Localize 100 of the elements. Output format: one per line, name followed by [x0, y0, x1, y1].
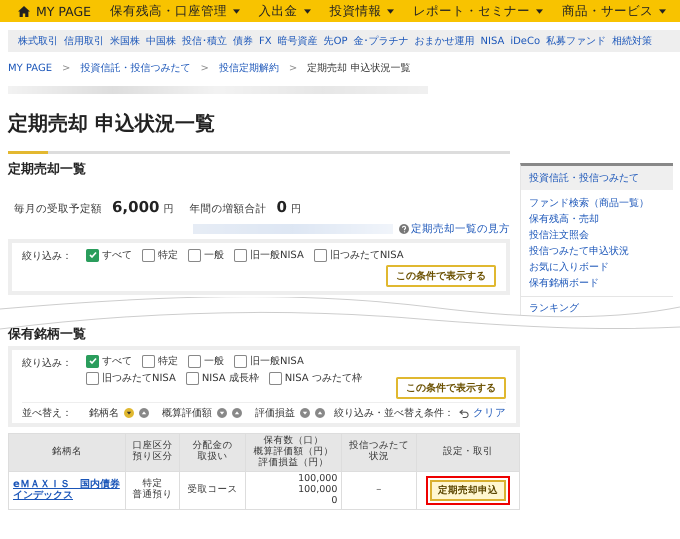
checkbox[interactable]: [142, 354, 155, 368]
sub-nav-link[interactable]: 債券: [233, 34, 253, 48]
filter-checkbox[interactable]: NISA つみたて枠: [268, 371, 362, 385]
nav-menu[interactable]: 投資情報: [329, 2, 394, 20]
currency-unit: 円: [290, 203, 301, 216]
filter-checkbox[interactable]: 特定: [142, 247, 178, 263]
home-icon: [18, 6, 30, 16]
sub-nav-link[interactable]: iDeCo: [510, 36, 540, 46]
sort-ascending-icon[interactable]: [232, 408, 242, 418]
sidebar-link[interactable]: 保有残高・売却: [529, 212, 665, 226]
summary-value: 6,000: [112, 198, 160, 216]
filter-checkbox[interactable]: すべて: [86, 354, 132, 368]
sub-nav-link[interactable]: 株式取引: [18, 34, 58, 48]
sub-nav-link[interactable]: 暗号資産: [278, 34, 318, 48]
caret-icon: [658, 8, 666, 14]
check-icon: [88, 356, 98, 366]
sidebar-link[interactable]: ファンド検索（商品一覧）: [529, 196, 665, 210]
undo-icon: [459, 408, 470, 418]
checkbox[interactable]: [268, 372, 282, 384]
checkbox[interactable]: [86, 354, 99, 368]
checkbox[interactable]: [142, 248, 155, 262]
filter-checkbox[interactable]: すべて: [86, 247, 132, 263]
column-header: 設定・取引: [416, 434, 520, 472]
sort-key-label: 銘柄名: [89, 406, 119, 420]
page-title: 定期売却 申込状況一覧: [8, 110, 216, 137]
caret-icon: [304, 8, 311, 14]
sort-ascending-icon[interactable]: [139, 408, 149, 418]
check-icon: [88, 250, 98, 260]
checkbox[interactable]: [314, 248, 327, 262]
nav-menu[interactable]: レポート・セミナー: [413, 2, 544, 20]
table-cell: 特定 普通預り: [126, 471, 180, 510]
apply-filter-button[interactable]: この条件で表示する: [386, 265, 496, 287]
help-icon: [399, 224, 409, 234]
filter-checkbox[interactable]: 旧つみたてNISA: [86, 371, 176, 385]
sidebar-link[interactable]: 保有銘柄ボード: [529, 276, 665, 290]
checkbox[interactable]: [188, 354, 201, 368]
table-cell: 受取コース: [180, 471, 246, 510]
caret-icon: [536, 8, 544, 14]
conditions-label: 絞り込み・並べ替え条件：: [334, 406, 454, 420]
sub-nav-link[interactable]: 米国株: [110, 34, 140, 48]
breadcrumb-link[interactable]: 投資信託・投信つみたて: [80, 61, 190, 75]
summary-label: 年間の増額合計: [189, 202, 266, 216]
column-header: 投信つみたて 状況: [342, 434, 416, 472]
nav-menu[interactable]: 保有残高・口座管理: [110, 2, 240, 20]
column-header: 口座区分 預り区分: [126, 434, 180, 472]
section-heading: 定期売却一覧: [8, 160, 87, 178]
sub-nav-link[interactable]: 投信･積立: [182, 34, 227, 48]
checkbox[interactable]: [86, 248, 99, 262]
filter-checkbox[interactable]: 特定: [142, 354, 178, 368]
apply-filter-button[interactable]: この条件で表示する: [396, 377, 506, 399]
sort-key-label: 評価損益: [255, 406, 295, 420]
sub-nav-link[interactable]: NISA: [480, 36, 504, 46]
filter-checkbox[interactable]: 一般: [188, 247, 224, 263]
sub-nav-link[interactable]: おまかせ運用: [414, 34, 475, 48]
checkbox[interactable]: [86, 372, 99, 384]
filter-checkbox[interactable]: 旧一般NISA: [234, 247, 304, 263]
sub-nav-link[interactable]: 相続対策: [612, 34, 652, 48]
filter-checkbox[interactable]: NISA 成長枠: [186, 371, 259, 385]
sub-nav-link[interactable]: 先OP: [324, 34, 348, 48]
filter-checkbox[interactable]: 一般: [188, 354, 224, 368]
sidebar-link[interactable]: 投信つみたて申込状況: [529, 244, 665, 258]
section-heading: 保有銘柄一覧: [8, 326, 87, 343]
currency-unit: 円: [163, 203, 174, 216]
sidebar-link[interactable]: ランキング: [521, 297, 673, 319]
sub-nav-link[interactable]: FX: [259, 36, 272, 46]
sub-nav-link[interactable]: 私募ファンド: [546, 34, 606, 48]
caret-icon: [387, 8, 394, 14]
sort-label: 並べ替え：: [22, 406, 72, 420]
help-link[interactable]: 定期売却一覧の見方: [399, 222, 510, 236]
sidebar-link[interactable]: お気に入りボード: [529, 260, 665, 274]
filter-checkbox[interactable]: 旧一般NISA: [234, 354, 304, 368]
sort-descending-icon[interactable]: [124, 408, 134, 418]
clear-link[interactable]: クリア: [459, 406, 506, 420]
filter-label: 絞り込み：: [22, 250, 73, 263]
filter-label: 絞り込み：: [22, 356, 73, 371]
column-header: 銘柄名: [8, 434, 126, 472]
sub-nav-link[interactable]: 信用取引: [64, 34, 104, 48]
sub-nav-link[interactable]: 金･プラチナ: [354, 34, 409, 48]
breadcrumb-separator: >: [62, 62, 70, 74]
checkbox[interactable]: [234, 248, 247, 262]
nav-link[interactable]: MY PAGE: [18, 4, 92, 18]
filter-checkbox[interactable]: 旧つみたてNISA: [314, 247, 404, 263]
breadcrumb-link[interactable]: MY PAGE: [8, 62, 52, 74]
column-header: 分配金の 取扱い: [180, 434, 246, 472]
caret-icon: [232, 8, 240, 14]
breadcrumb-link[interactable]: 投信定期解約: [218, 61, 279, 75]
sidebar-link[interactable]: 投信注文照会: [529, 228, 665, 242]
sale-request-button[interactable]: 定期売却申込: [430, 480, 506, 501]
checkbox[interactable]: [234, 354, 247, 368]
checkbox[interactable]: [188, 248, 201, 262]
sort-ascending-icon[interactable]: [315, 408, 325, 418]
checkbox[interactable]: [186, 372, 199, 384]
nav-menu[interactable]: 入出金: [258, 2, 311, 20]
sub-nav-link[interactable]: 中国株: [146, 34, 176, 48]
nav-menu[interactable]: 商品・サービス: [562, 2, 666, 20]
summary-value: 0: [276, 198, 287, 216]
summary-label: 毎月の受取予定額: [14, 202, 102, 216]
table-cell: －: [342, 471, 416, 510]
sidebar-heading: 投資信託・投信つみたて: [521, 166, 673, 190]
breadcrumb-current: 定期売却 申込状況一覧: [307, 62, 410, 75]
